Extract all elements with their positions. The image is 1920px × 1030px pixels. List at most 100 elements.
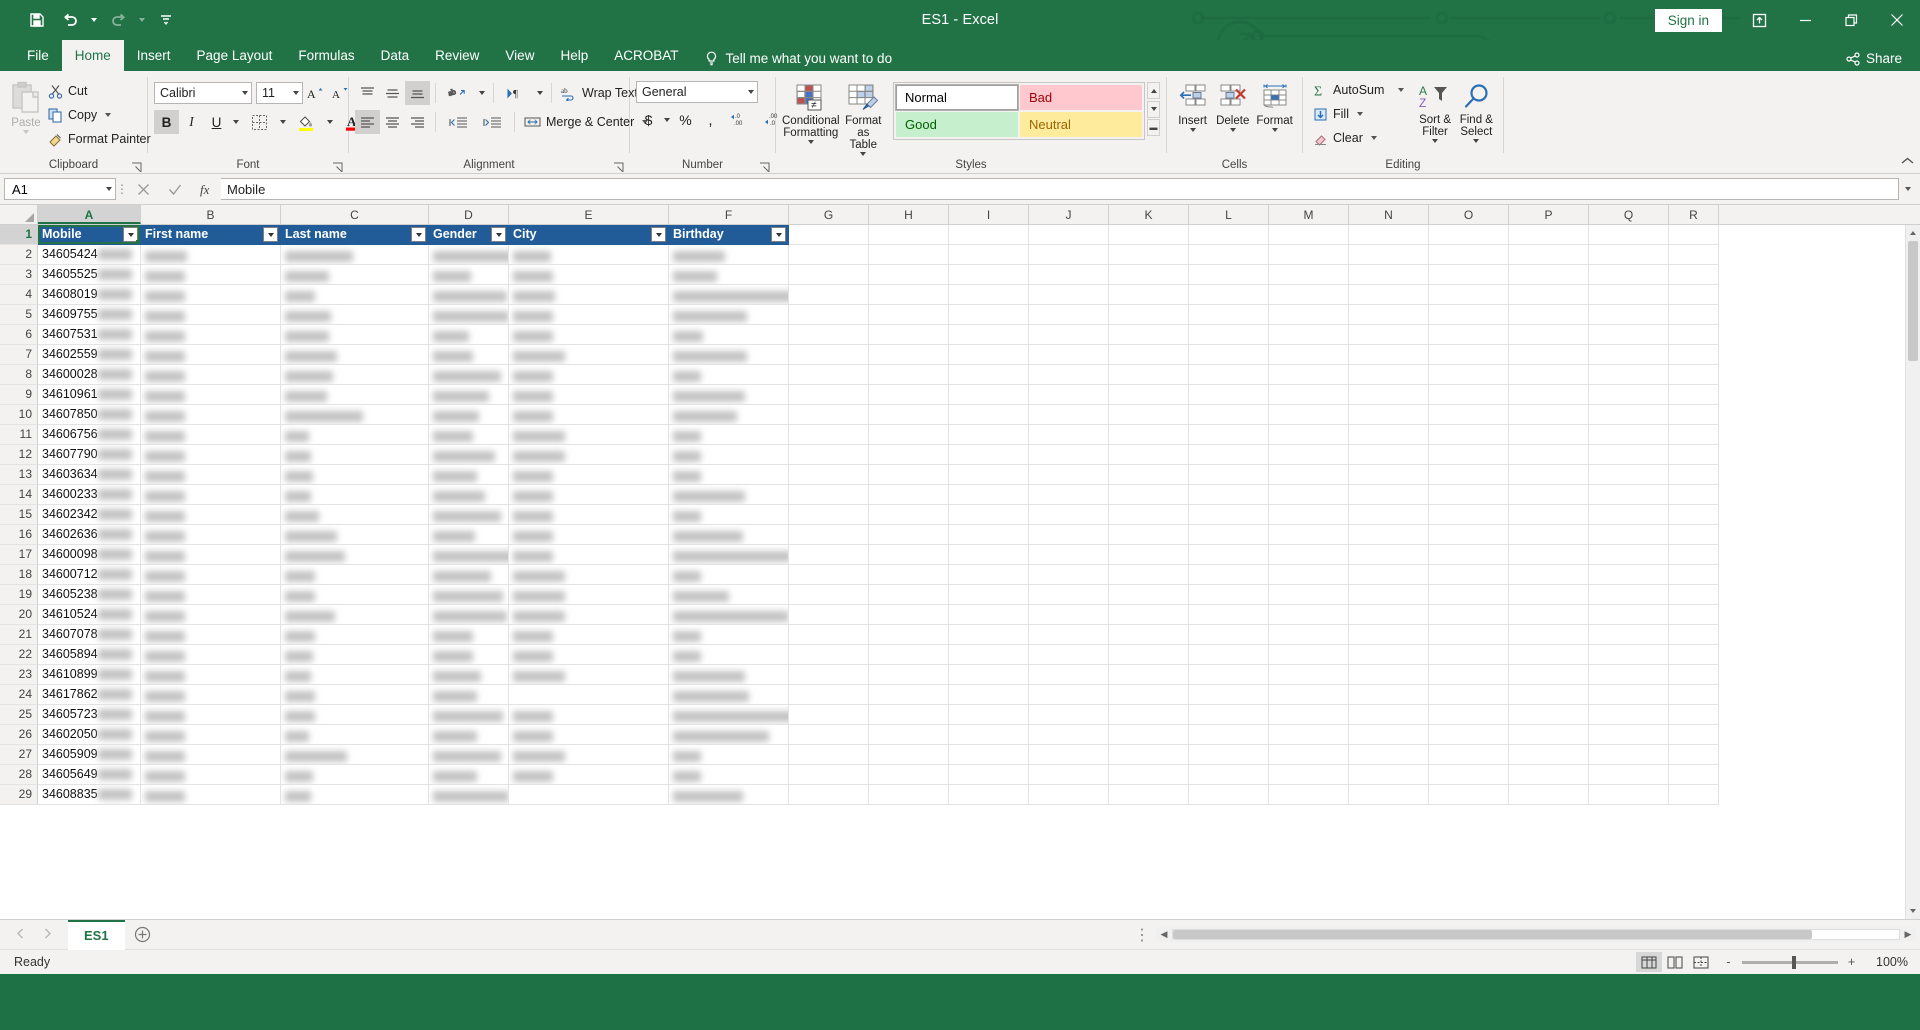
filter-dropdown-icon[interactable] bbox=[771, 227, 786, 242]
grid-cell[interactable] bbox=[1349, 685, 1429, 705]
grid-cell[interactable] bbox=[1509, 225, 1589, 245]
grid-cell[interactable] bbox=[1509, 685, 1589, 705]
tab-data[interactable]: Data bbox=[368, 40, 423, 71]
sort-filter-button[interactable]: A Z Sort & Filter bbox=[1414, 78, 1455, 143]
grid-cell[interactable] bbox=[669, 265, 789, 285]
cancel-icon[interactable] bbox=[128, 178, 159, 200]
grid-cell[interactable] bbox=[1029, 565, 1109, 585]
grid-cell[interactable] bbox=[1029, 245, 1109, 265]
undo-icon[interactable] bbox=[55, 6, 85, 34]
grid-cell[interactable] bbox=[429, 785, 509, 805]
grid-cell[interactable] bbox=[509, 385, 669, 405]
grid-cell[interactable] bbox=[1269, 505, 1349, 525]
grid-cell[interactable] bbox=[281, 645, 429, 665]
cell-mobile[interactable]: 34610524 bbox=[38, 605, 141, 625]
style-good[interactable]: Good bbox=[896, 112, 1018, 137]
grid-cell[interactable] bbox=[869, 325, 949, 345]
grid-cell[interactable] bbox=[1509, 425, 1589, 445]
cell-mobile[interactable]: 34607078 bbox=[38, 625, 141, 645]
gallery-scroll-up-icon[interactable] bbox=[1147, 82, 1160, 99]
scroll-down-icon[interactable] bbox=[1906, 903, 1920, 919]
delete-cells-button[interactable]: Delete bbox=[1212, 79, 1253, 132]
fill-color-button[interactable] bbox=[289, 110, 323, 134]
grid-cell[interactable] bbox=[1509, 485, 1589, 505]
grid-cell[interactable] bbox=[1109, 225, 1189, 245]
row-header-3[interactable]: 3 bbox=[0, 265, 38, 285]
grid-cell[interactable] bbox=[789, 325, 869, 345]
grid-cell[interactable] bbox=[1269, 565, 1349, 585]
grid-cell[interactable] bbox=[1429, 245, 1509, 265]
grid-cell[interactable] bbox=[281, 325, 429, 345]
grid-cell[interactable] bbox=[949, 345, 1029, 365]
column-header-q[interactable]: Q bbox=[1589, 205, 1669, 224]
grid-cell[interactable] bbox=[1669, 385, 1719, 405]
grid-cell[interactable] bbox=[1029, 625, 1109, 645]
grid-cell[interactable] bbox=[429, 325, 509, 345]
table-header-cell[interactable]: Mobile bbox=[38, 225, 141, 245]
grid-cell[interactable] bbox=[509, 425, 669, 445]
grid-cell[interactable] bbox=[281, 765, 429, 785]
grid-cell[interactable] bbox=[1109, 765, 1189, 785]
grid-cell[interactable] bbox=[509, 745, 669, 765]
grid-cell[interactable] bbox=[141, 745, 281, 765]
grid-cell[interactable] bbox=[1029, 685, 1109, 705]
grid-cell[interactable] bbox=[1109, 505, 1189, 525]
grid-cell[interactable] bbox=[141, 365, 281, 385]
borders-button[interactable] bbox=[242, 110, 276, 134]
column-header-a[interactable]: A bbox=[38, 205, 141, 224]
scroll-left-icon[interactable]: ◀ bbox=[1156, 929, 1172, 940]
grid-cell[interactable] bbox=[1029, 385, 1109, 405]
grid-cell[interactable] bbox=[869, 465, 949, 485]
collapse-ribbon-icon[interactable] bbox=[1901, 153, 1914, 171]
page-layout-icon[interactable] bbox=[1662, 952, 1688, 972]
grid-cell[interactable] bbox=[1189, 605, 1269, 625]
grid-cell[interactable] bbox=[1589, 525, 1669, 545]
grid-cell[interactable] bbox=[509, 645, 669, 665]
grid-cell[interactable] bbox=[1669, 585, 1719, 605]
grid-cell[interactable] bbox=[789, 725, 869, 745]
grid-cell[interactable] bbox=[1669, 425, 1719, 445]
grid-cell[interactable] bbox=[281, 785, 429, 805]
grid-cell[interactable] bbox=[1189, 445, 1269, 465]
grid-cell[interactable] bbox=[1269, 345, 1349, 365]
grid-cell[interactable] bbox=[869, 665, 949, 685]
grid-cell[interactable] bbox=[1669, 685, 1719, 705]
grid-cell[interactable] bbox=[509, 785, 669, 805]
grid-cell[interactable] bbox=[281, 685, 429, 705]
cell-mobile[interactable]: 34605723 bbox=[38, 705, 141, 725]
column-header-p[interactable]: P bbox=[1509, 205, 1589, 224]
grid-cell[interactable] bbox=[669, 745, 789, 765]
row-header-11[interactable]: 11 bbox=[0, 425, 38, 445]
grid-cell[interactable] bbox=[1269, 305, 1349, 325]
orientation-icon[interactable]: ab bbox=[441, 81, 475, 105]
grid-cell[interactable] bbox=[429, 765, 509, 785]
grid-cell[interactable] bbox=[1349, 265, 1429, 285]
grid-cell[interactable] bbox=[429, 645, 509, 665]
grid-cell[interactable] bbox=[429, 625, 509, 645]
grid-cell[interactable] bbox=[949, 785, 1029, 805]
grid-cell[interactable] bbox=[1429, 785, 1509, 805]
grid-cell[interactable] bbox=[669, 665, 789, 685]
grid-cell[interactable] bbox=[1269, 745, 1349, 765]
grid-cell[interactable] bbox=[1109, 465, 1189, 485]
grid-cell[interactable] bbox=[1349, 665, 1429, 685]
grid-cell[interactable] bbox=[141, 685, 281, 705]
grid-cell[interactable] bbox=[1669, 405, 1719, 425]
grid-cell[interactable] bbox=[789, 505, 869, 525]
cell-mobile[interactable]: 34600028 bbox=[38, 365, 141, 385]
ribbon-display-icon[interactable] bbox=[1736, 0, 1782, 40]
grid-cell[interactable] bbox=[1269, 265, 1349, 285]
grid-cell[interactable] bbox=[281, 725, 429, 745]
grid-cell[interactable] bbox=[1509, 665, 1589, 685]
grid-cell[interactable] bbox=[1509, 525, 1589, 545]
grid-cell[interactable] bbox=[429, 365, 509, 385]
row-header-24[interactable]: 24 bbox=[0, 685, 38, 705]
cell-mobile[interactable]: 34617862 bbox=[38, 685, 141, 705]
comma-button[interactable]: , bbox=[698, 108, 723, 132]
grid-cell[interactable] bbox=[1269, 365, 1349, 385]
column-header-e[interactable]: E bbox=[509, 205, 669, 224]
grid-cell[interactable] bbox=[141, 565, 281, 585]
grid-cell[interactable] bbox=[281, 345, 429, 365]
grid-cell[interactable] bbox=[669, 285, 789, 305]
row-header-2[interactable]: 2 bbox=[0, 245, 38, 265]
